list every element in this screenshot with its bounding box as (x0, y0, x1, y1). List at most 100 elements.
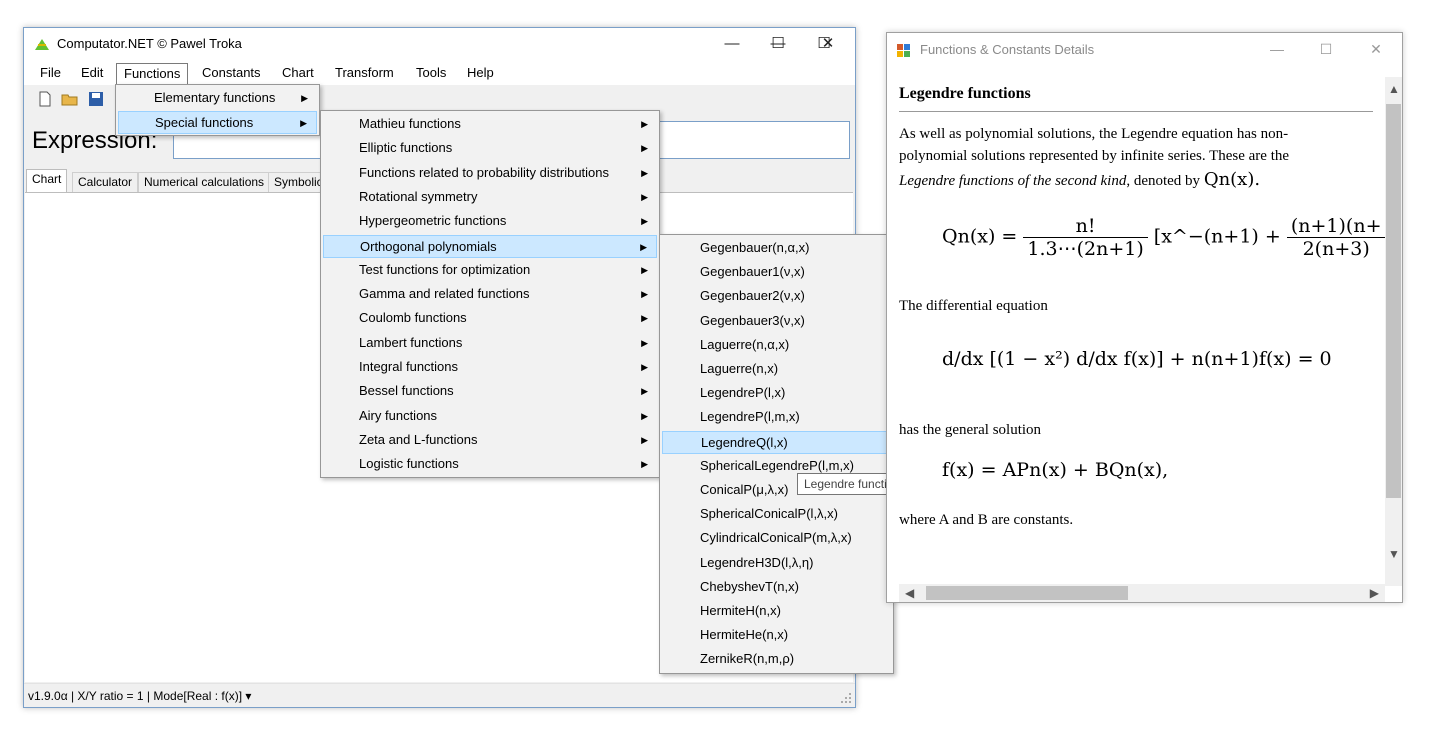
special-functions-item-14[interactable]: Logistic functions ▶ (323, 453, 657, 476)
special-functions-item-12[interactable]: Airy functions ▶ (323, 405, 657, 428)
special-functions-item-6[interactable]: Test functions for optimization ▶ (323, 259, 657, 282)
orthogonal-item-label: HermiteHe(n,x) (700, 627, 789, 643)
special-functions-item-label: Lambert functions (359, 334, 463, 350)
orthogonal-item-3[interactable]: Gegenbauer3(ν,x) (662, 310, 891, 333)
details-document: Legendre functions As well as polynomial… (887, 33, 1385, 553)
special-functions-item-label: Logistic functions (359, 456, 459, 472)
special-functions-item-8[interactable]: Coulomb functions ▶ (323, 307, 657, 330)
menu-functions[interactable]: Functions (116, 63, 189, 85)
submenu-arrow-icon: ▶ (640, 241, 647, 252)
doc-heading: Legendre functions (899, 85, 1031, 102)
horizontal-scrollbar[interactable]: ◀ ▶ (899, 584, 1385, 602)
special-functions-item-label: Functions related to probability distrib… (359, 164, 610, 180)
special-functions-item-3[interactable]: Rotational symmetry ▶ (323, 186, 657, 209)
special-functions-item-10[interactable]: Integral functions ▶ (323, 356, 657, 379)
maximize-button-2[interactable]: ☐ (755, 28, 801, 60)
special-functions-item-11[interactable]: Bessel functions ▶ (323, 380, 657, 403)
special-functions-item-label: Gamma and related functions (359, 286, 530, 302)
orthogonal-item-label: LegendreH3D(l,λ,η) (700, 554, 814, 570)
special-functions-item-label: Bessel functions (359, 383, 454, 399)
menu-file[interactable]: File (33, 64, 68, 84)
app-logo-icon (35, 39, 49, 50)
functions-dropdown: Elementary functions ▶ Special functions… (115, 84, 320, 136)
orthogonal-item-label: Gegenbauer3(ν,x) (700, 312, 805, 328)
submenu-arrow-icon: ▶ (641, 313, 648, 324)
orthogonal-item-1[interactable]: Gegenbauer1(ν,x) (662, 261, 891, 284)
special-functions-item-1[interactable]: Elliptic functions ▶ (323, 137, 657, 160)
orthogonal-item-4[interactable]: Laguerre(n,α,x) (662, 334, 891, 357)
orthogonal-item-label: LegendreP(l,x) (700, 385, 786, 401)
scroll-right-icon[interactable]: ▶ (1370, 586, 1379, 600)
orthogonal-item-5[interactable]: Laguerre(n,x) (662, 358, 891, 381)
special-functions-submenu: Mathieu functions ▶ Elliptic functions ▶ Fun… (320, 110, 660, 478)
special-functions-item-label: Elliptic functions (359, 140, 453, 156)
orthogonal-item-13[interactable]: LegendreH3D(l,λ,η) (662, 552, 891, 575)
horizontal-scroll-thumb[interactable] (926, 586, 1128, 600)
scroll-up-icon[interactable]: ▲ (1388, 82, 1400, 96)
menu-chart[interactable]: Chart (275, 64, 321, 84)
scroll-left-icon[interactable]: ◀ (905, 586, 914, 600)
menu-transform[interactable]: Transform (328, 64, 401, 84)
submenu-arrow-icon: ▶ (641, 119, 648, 129)
window-title: Computator.NET © Pawel Troka (57, 36, 242, 51)
orthogonal-item-6[interactable]: LegendreP(l,x) (662, 382, 891, 405)
math-qn-symbol: Qn(x). (1203, 169, 1261, 190)
vertical-scrollbar[interactable]: ▲ ▼ (1385, 77, 1402, 586)
equation-2: d/dx [(1 − x²) d/dx f(x)] + n(n+1)f(x) =… (942, 348, 1332, 370)
status-bar: v1.9.0α | X/Y ratio = 1 | Mode[Real : f(… (24, 683, 855, 707)
orthogonal-item-label: Gegenbauer2(ν,x) (700, 288, 805, 304)
special-functions-item-13[interactable]: Zeta and L-functions ▶ (323, 429, 657, 452)
open-folder-icon[interactable] (61, 90, 79, 108)
special-functions-item-label: Mathieu functions (359, 116, 461, 131)
orthogonal-item-8[interactable]: LegendreQ(l,x) (662, 430, 891, 454)
submenu-arrow-icon: ▶ (641, 362, 648, 372)
scroll-down-icon[interactable]: ▼ (1388, 547, 1400, 561)
special-functions-item-label: Coulomb functions (359, 310, 467, 326)
orthogonal-item-label: Laguerre(n,x) (700, 361, 779, 376)
special-functions-item-4[interactable]: Hypergeometric functions ▶ (323, 210, 657, 233)
doc-para1-line2: polynomial solutions represented by infi… (899, 148, 1290, 164)
resize-grip-icon[interactable] (840, 692, 852, 704)
menu-item-special-functions[interactable]: Special functions ▶ (118, 111, 317, 134)
orthogonal-polynomials-submenu: Gegenbauer(n,α,x) Gegenbauer1(ν,x) Gegenba… (659, 234, 894, 674)
status-text[interactable]: v1.9.0α | X/Y ratio = 1 | Mode[Real : f(… (28, 689, 251, 703)
tab-chart[interactable]: Chart (26, 169, 68, 194)
menu-item-elementary-functions[interactable]: Elementary functions ▶ (118, 87, 317, 110)
special-functions-item-5[interactable]: Orthogonal polynomials ▶ (323, 234, 657, 258)
special-functions-item-9[interactable]: Lambert functions ▶ (323, 332, 657, 355)
special-functions-item-label: Rotational symmetry (359, 188, 478, 204)
special-functions-item-0[interactable]: Mathieu functions ▶ (323, 113, 657, 136)
minimize-button-2[interactable]: — (709, 28, 755, 60)
menu-edit[interactable]: Edit (74, 64, 110, 84)
orthogonal-item-7[interactable]: LegendreP(l,m,x) (662, 406, 891, 429)
special-functions-item-7[interactable]: Gamma and related functions ▶ (323, 283, 657, 306)
equation-3: f(x) = APn(x) + BQn(x), (942, 459, 1169, 481)
orthogonal-item-2[interactable]: Gegenbauer2(ν,x) (662, 285, 891, 308)
submenu-arrow-icon: ▶ (641, 337, 648, 348)
tab-calculator[interactable]: Calculator (72, 172, 139, 193)
submenu-arrow-icon: ▶ (641, 264, 648, 275)
orthogonal-item-17[interactable]: ZernikeR(n,m,ρ) (662, 648, 891, 671)
orthogonal-item-0[interactable]: Gegenbauer(n,α,x) (662, 237, 891, 260)
details-window: Functions & Constants Details — ☐ ✕ Lege… (886, 32, 1403, 603)
orthogonal-item-11[interactable]: SphericalConicalP(l,λ,x) (662, 503, 891, 526)
special-functions-item-label: Integral functions (359, 359, 459, 374)
menu-tools[interactable]: Tools (409, 64, 453, 84)
tab-numerical-calculations[interactable]: Numerical calculations (138, 172, 271, 193)
submenu-arrow-icon: ▶ (300, 118, 307, 128)
orthogonal-item-16[interactable]: HermiteHe(n,x) (662, 624, 891, 647)
special-functions-item-2[interactable]: Functions related to probability distrib… (323, 162, 657, 185)
orthogonal-item-14[interactable]: ChebyshevT(n,x) (662, 576, 891, 599)
orthogonal-item-15[interactable]: HermiteH(n,x) (662, 600, 891, 623)
submenu-arrow-icon: ▶ (641, 289, 648, 300)
orthogonal-item-12[interactable]: CylindricalConicalP(m,λ,x) (662, 527, 891, 550)
submenu-arrow-icon: ▶ (641, 167, 648, 178)
new-file-icon[interactable] (36, 90, 54, 108)
menu-help[interactable]: Help (460, 64, 501, 84)
close-button-2[interactable]: ✕ (805, 28, 851, 60)
submenu-arrow-icon: ▶ (641, 459, 648, 470)
vertical-scroll-thumb[interactable] (1386, 104, 1401, 498)
menu-constants[interactable]: Constants (195, 64, 268, 84)
submenu-arrow-icon: ▶ (641, 410, 648, 421)
save-icon[interactable] (87, 90, 105, 108)
